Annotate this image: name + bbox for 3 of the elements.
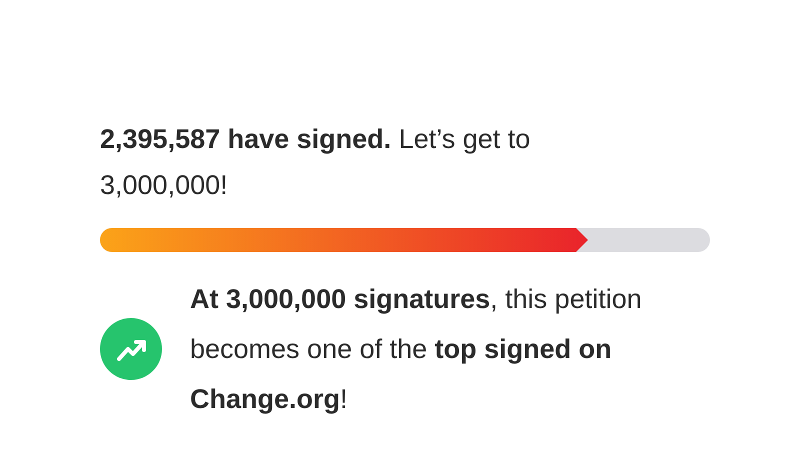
trending-up-icon — [100, 318, 162, 380]
milestone-text: At 3,000,000 signatures, this petition becomes one of the top signed on Change.org! — [190, 283, 643, 416]
signature-count-text: 2,395,587 have signed. Let’s get to 3,000,000! — [100, 123, 532, 202]
